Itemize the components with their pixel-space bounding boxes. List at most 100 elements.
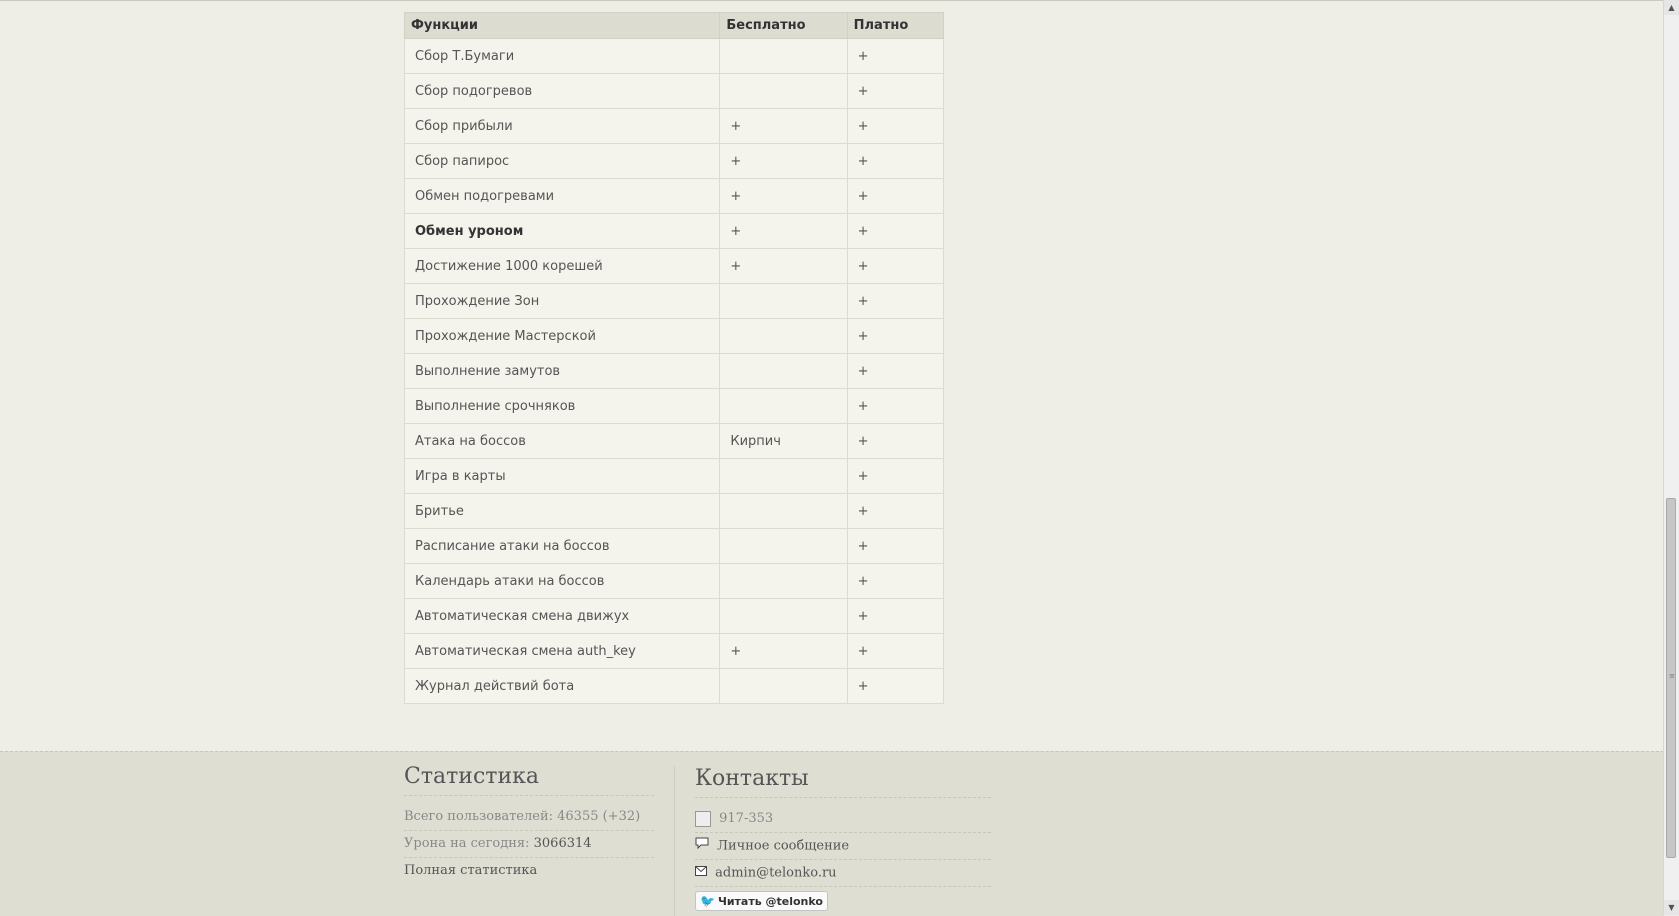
scroll-up-arrow-icon[interactable]: ▲ xyxy=(1664,0,1679,15)
table-header-row: Функции Бесплатно Платно xyxy=(403,12,945,39)
users-count: Всего пользователей: 46355 (+32) xyxy=(404,804,654,831)
twitter-row: 🐦 Читать @telonko xyxy=(695,887,991,913)
table-row: Атака на боссов Кирпич + xyxy=(403,423,945,459)
envelope-icon xyxy=(695,860,707,886)
paid-value: + xyxy=(846,178,945,214)
table-row: Сбор папирос + + xyxy=(403,143,945,179)
free-value xyxy=(719,668,848,704)
free-value: + xyxy=(719,108,848,144)
free-value xyxy=(719,318,848,354)
paid-value: + xyxy=(846,38,945,74)
paid-value: + xyxy=(846,388,945,424)
icq-number: 917-353 xyxy=(719,811,774,826)
full-stats-row: Полная статистика xyxy=(404,858,654,884)
table-row: Достижение 1000 корешей + + xyxy=(403,248,945,284)
top-divider xyxy=(0,0,1664,1)
scroll-grip-icon: ≡ xyxy=(1669,672,1675,680)
twitter-bird-icon: 🐦 xyxy=(700,894,715,908)
free-value xyxy=(719,388,848,424)
free-value xyxy=(719,458,848,494)
feature-name: Сбор прибыли xyxy=(403,108,721,144)
damage-label: Урона на сегодня: xyxy=(404,836,530,851)
paid-value: + xyxy=(846,668,945,704)
features-body: Сбор Т.Бумаги + Сбор подогревов + Сбор прибы… xyxy=(403,38,945,704)
table-row: Выполнение замутов + xyxy=(403,353,945,389)
feature-name: Сбор подогревов xyxy=(403,73,721,109)
page: Функции Бесплатно Платно Сбор Т.Бумаги + С… xyxy=(0,0,1664,916)
full-stats-link[interactable]: Полная статистика xyxy=(404,863,537,878)
table-row: Сбор подогревов + xyxy=(403,73,945,109)
paid-value: + xyxy=(846,353,945,389)
table-row: Прохождение Мастерской + xyxy=(403,318,945,354)
paid-value: + xyxy=(846,423,945,459)
paid-value: + xyxy=(846,598,945,634)
email-link[interactable]: admin@telonko.ru xyxy=(715,866,836,881)
feature-name: Журнал действий бота xyxy=(403,668,721,704)
pm-link[interactable]: Личное сообщение xyxy=(717,839,849,854)
feature-name: Прохождение Зон xyxy=(403,283,721,319)
table-row: Сбор Т.Бумаги + xyxy=(403,38,945,74)
free-value: + xyxy=(719,143,848,179)
feature-name: Сбор Т.Бумаги xyxy=(403,38,721,74)
table-row: Расписание атаки на боссов + xyxy=(403,528,945,564)
scroll-down-arrow-icon[interactable]: ▼ xyxy=(1664,900,1679,915)
feature-name: Автоматическая смена auth_key xyxy=(403,633,721,669)
header-functions: Функции xyxy=(403,12,721,39)
feature-name: Выполнение срочняков xyxy=(403,388,721,424)
paid-value: + xyxy=(846,318,945,354)
stats-title: Статистика xyxy=(404,764,654,796)
free-value xyxy=(719,563,848,599)
paid-value: + xyxy=(846,248,945,284)
paid-value: + xyxy=(846,143,945,179)
paid-value: + xyxy=(846,633,945,669)
feature-name: Расписание атаки на боссов xyxy=(403,528,721,564)
table-row: Выполнение срочняков + xyxy=(403,388,945,424)
twitter-follow-label: Читать @telonko xyxy=(717,895,823,908)
table-row: Автоматическая смена auth_key + + xyxy=(403,633,945,669)
table-row: Журнал действий бота + xyxy=(403,668,945,704)
free-value xyxy=(719,598,848,634)
scroll-thumb[interactable]: ≡ xyxy=(1666,498,1676,858)
header-paid: Платно xyxy=(846,12,945,39)
vertical-scrollbar[interactable]: ▲ ≡ ▼ xyxy=(1663,0,1679,915)
damage-value: 3066314 xyxy=(533,836,592,851)
feature-name: Обмен подогревами xyxy=(403,178,721,214)
table-row: Обмен уроном + + xyxy=(403,213,945,249)
table-row: Игра в карты + xyxy=(403,458,945,494)
paid-value: + xyxy=(846,283,945,319)
contacts-section: Контакты 917-353 Личное сообщение admin@… xyxy=(674,766,991,916)
twitter-follow-button[interactable]: 🐦 Читать @telonko xyxy=(695,891,828,911)
feature-name: Выполнение замутов xyxy=(403,353,721,389)
free-value: Кирпич xyxy=(719,423,848,459)
table-row: Прохождение Зон + xyxy=(403,283,945,319)
free-value: + xyxy=(719,178,848,214)
free-value: + xyxy=(719,248,848,284)
free-value xyxy=(719,283,848,319)
table-row: Автоматическая смена движух + xyxy=(403,598,945,634)
feature-name: Календарь атаки на боссов xyxy=(403,563,721,599)
feature-name: Бритье xyxy=(403,493,721,529)
feature-name: Автоматическая смена движух xyxy=(403,598,721,634)
feature-name: Атака на боссов xyxy=(403,423,721,459)
speech-bubble-icon xyxy=(695,833,709,859)
footer: Статистика Всего пользователей: 46355 (+… xyxy=(0,751,1664,916)
icq-status-icon xyxy=(695,810,711,827)
feature-name: Игра в карты xyxy=(403,458,721,494)
stats-section: Статистика Всего пользователей: 46355 (+… xyxy=(404,764,654,884)
free-value xyxy=(719,38,848,74)
feature-name: Прохождение Мастерской xyxy=(403,318,721,354)
paid-value: + xyxy=(846,493,945,529)
header-free: Бесплатно xyxy=(719,12,848,39)
feature-name: Обмен уроном xyxy=(403,213,721,249)
free-value xyxy=(719,528,848,564)
table-row: Бритье + xyxy=(403,493,945,529)
table-row: Сбор прибыли + + xyxy=(403,108,945,144)
features-table: Функции Бесплатно Платно Сбор Т.Бумаги + С… xyxy=(403,12,945,704)
free-value xyxy=(719,73,848,109)
icq-row: 917-353 xyxy=(695,806,991,833)
table-row: Календарь атаки на боссов + xyxy=(403,563,945,599)
free-value: + xyxy=(719,213,848,249)
table-row: Обмен подогревами + + xyxy=(403,178,945,214)
paid-value: + xyxy=(846,73,945,109)
feature-name: Достижение 1000 корешей xyxy=(403,248,721,284)
